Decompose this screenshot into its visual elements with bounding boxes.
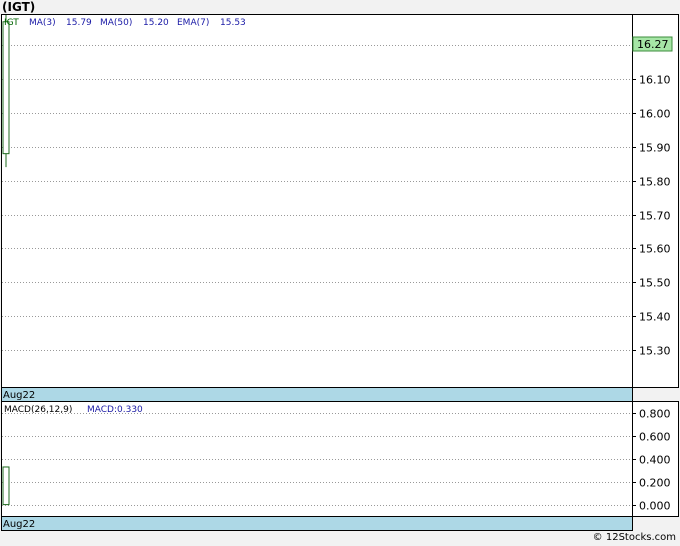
legend-symbol: IGT bbox=[4, 18, 19, 28]
macd-legend-name: MACD(26,12,9) bbox=[4, 405, 72, 415]
price-date-label: Aug22 bbox=[3, 390, 35, 401]
macd-tick-label: 0.400 bbox=[639, 454, 671, 467]
price-tick-label: 15.90 bbox=[639, 142, 671, 155]
price-tick-label: 15.30 bbox=[639, 345, 671, 358]
price-tick-label: 15.80 bbox=[639, 176, 671, 189]
macd-bar bbox=[2, 466, 10, 506]
price-tick-label: 15.60 bbox=[639, 243, 671, 256]
price-candle-body bbox=[2, 21, 10, 155]
price-date-strip bbox=[1, 387, 633, 402]
price-candles bbox=[2, 15, 10, 168]
macd-bars bbox=[2, 466, 10, 506]
price-tick-label: 15.70 bbox=[639, 210, 671, 223]
legend-ema7-value: 15.53 bbox=[220, 18, 246, 28]
price-panel-axis-area bbox=[632, 14, 679, 388]
stock-chart: 16.2016.1016.0015.9015.8015.7015.6015.50… bbox=[1, 14, 679, 531]
legend-ema7-label: EMA(7) bbox=[177, 18, 209, 28]
legend-ma3-value: 15.79 bbox=[66, 18, 92, 28]
legend-ma3-label: MA(3) bbox=[29, 18, 56, 28]
macd-date-label: Aug22 bbox=[3, 519, 35, 530]
macd-tick-label: 0.200 bbox=[639, 477, 671, 490]
price-panel-plot-area bbox=[1, 14, 633, 388]
price-tick-label: 15.50 bbox=[639, 277, 671, 290]
price-tick-label: 16.10 bbox=[639, 74, 671, 87]
macd-date-strip bbox=[1, 516, 633, 531]
macd-legend-value: MACD:0.330 bbox=[87, 405, 143, 415]
price-tick-label: 16.00 bbox=[639, 108, 671, 121]
legend-ma50-value: 15.20 bbox=[143, 18, 169, 28]
legend-ma50-label: MA(50) bbox=[100, 18, 132, 28]
copyright-footer: © 12Stocks.com bbox=[592, 532, 676, 543]
macd-tick-label: 0.800 bbox=[639, 408, 671, 421]
price-tick-label: 15.40 bbox=[639, 311, 671, 324]
macd-tick-label: 0.600 bbox=[639, 431, 671, 444]
macd-tick-label: 0.000 bbox=[639, 500, 671, 513]
last-price-value: 16.27 bbox=[637, 38, 669, 51]
